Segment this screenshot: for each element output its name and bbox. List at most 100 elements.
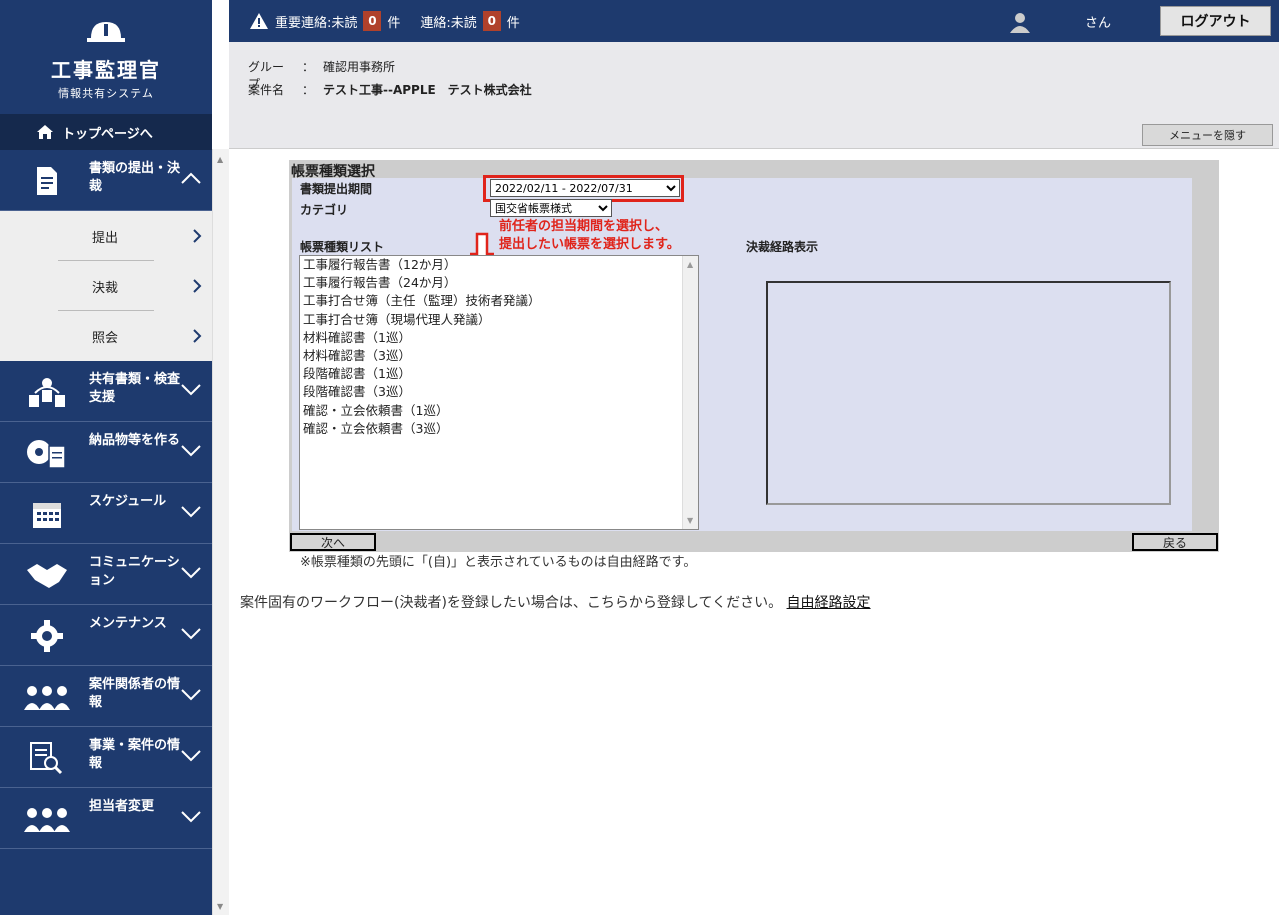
- free-route-note: ※帳票種類の先頭に「(自)」と表示されているものは自由経路です。: [300, 555, 697, 570]
- app-subtitle: 情報共有システム: [58, 87, 154, 100]
- scroll-up-icon[interactable]: ▲: [687, 260, 693, 269]
- logout-button[interactable]: ログアウト: [1160, 6, 1271, 36]
- count-unit: 件: [506, 15, 520, 31]
- home-icon: [37, 125, 53, 139]
- colon: ：: [301, 83, 314, 97]
- sidebar-item-inquiry[interactable]: 照会: [0, 311, 212, 361]
- sidebar-group-deliverables[interactable]: 納品物等を作る: [0, 422, 212, 483]
- sidebar-group-label: 共有書類・検査支援: [89, 372, 181, 405]
- workflow-description: 案件固有のワークフロー(決裁者)を登録したい場合は、こちらから登録してください。: [240, 595, 783, 611]
- sidebar-group-label: 納品物等を作る: [89, 433, 181, 448]
- list-label: 帳票種類リスト: [300, 240, 385, 254]
- app-title: 工事監理官: [51, 58, 161, 82]
- user-name: さん: [1084, 16, 1111, 31]
- project-row: 案件名 ： テスト工事--APPLE テスト株式会社: [248, 81, 532, 98]
- list-item[interactable]: 材料確認書（3巡）: [300, 347, 698, 365]
- sidebar-item-label: 提出: [92, 230, 119, 246]
- chevron-up-icon[interactable]: [180, 170, 202, 186]
- top-bar: 重要連絡:未読 0 件 連絡:未読 0 件 さん ログアウト: [229, 0, 1279, 42]
- helmet-icon: [87, 22, 125, 42]
- sidebar-group-label: スケジュール: [89, 494, 167, 509]
- period-label: 書類提出期間: [300, 182, 373, 196]
- category-label: カテゴリ: [300, 203, 349, 217]
- sidebar-group-label: メンテナンス: [89, 616, 167, 631]
- list-item[interactable]: 工事履行報告書（12か月）: [300, 256, 698, 274]
- calendar-icon: [22, 496, 72, 532]
- sidebar-item-label: 照会: [92, 330, 119, 346]
- warning-icon: [250, 13, 268, 29]
- form-body: 書類提出期間 2022/02/11 ‐ 2022/07/31 カテゴリ 国交省帳…: [292, 175, 1192, 531]
- free-route-setting-link[interactable]: 自由経路設定: [787, 595, 871, 611]
- sidebar-group-documents[interactable]: 書類の提出・決裁: [0, 150, 212, 211]
- important-unread-count: 0: [363, 11, 382, 31]
- list-item[interactable]: 段階確認書（1巡）: [300, 365, 698, 383]
- list-item[interactable]: 確認・立会依頼書（1巡）: [300, 402, 698, 420]
- list-item[interactable]: 工事打合せ簿（主任（監理）技術者発議）: [300, 292, 698, 310]
- sidebar-scrollbar[interactable]: ▲ ▼: [212, 149, 229, 915]
- annotation-text: 前任者の担当期間を選択し、 提出したい帳票を選択します。: [499, 218, 680, 254]
- list-item[interactable]: 材料確認書（1巡）: [300, 329, 698, 347]
- document-search-icon: [22, 740, 72, 776]
- sidebar-subnav: 提出 決裁 照会: [0, 211, 212, 361]
- next-button[interactable]: 次へ: [290, 533, 376, 551]
- sidebar-group-shared-docs[interactable]: 共有書類・検査支援: [0, 361, 212, 422]
- people-icon: [22, 679, 72, 715]
- workflow-text: 案件固有のワークフロー(決裁者)を登録したい場合は、こちらから登録してください。…: [240, 592, 871, 612]
- unread-notice[interactable]: 重要連絡:未読 0 件 連絡:未読 0 件: [249, 11, 520, 31]
- top-page-link-label: トップページへ: [62, 126, 153, 142]
- sidebar-item-submit[interactable]: 提出: [0, 211, 212, 261]
- list-item[interactable]: 段階確認書（3巡）: [300, 383, 698, 401]
- sidebar-group-project-info[interactable]: 事業・案件の情報: [0, 727, 212, 788]
- sidebar-group-stakeholders[interactable]: 案件関係者の情報: [0, 666, 212, 727]
- contact-unread-count: 0: [482, 11, 501, 31]
- sidebar-item-approve[interactable]: 決裁: [0, 261, 212, 311]
- list-item[interactable]: 工事履行報告書（24か月）: [300, 274, 698, 292]
- scroll-down-icon[interactable]: ▼: [687, 516, 693, 525]
- scroll-down-icon[interactable]: ▼: [217, 902, 223, 911]
- sidebar-group-maintenance[interactable]: メンテナンス: [0, 605, 212, 666]
- project-info-bar: グループ ： 確認用事務所 案件名 ： テスト工事--APPLE テスト株式会社…: [229, 42, 1279, 149]
- form-type-listbox[interactable]: 工事履行報告書（12か月） 工事履行報告書（24か月） 工事打合せ簿（主任（監理…: [299, 255, 699, 530]
- annotation-line: 提出したい帳票を選択します。: [499, 237, 680, 252]
- listbox-scrollbar[interactable]: ▲ ▼: [682, 256, 698, 529]
- list-item[interactable]: 工事打合せ簿（現場代理人発議）: [300, 311, 698, 329]
- chevron-down-icon[interactable]: [180, 381, 202, 397]
- chevron-down-icon[interactable]: [180, 747, 202, 763]
- category-select[interactable]: 国交省帳票様式: [490, 199, 612, 217]
- chevron-down-icon[interactable]: [180, 808, 202, 824]
- chevron-right-icon: [193, 229, 202, 243]
- important-unread-label: 重要連絡:未読: [275, 15, 358, 31]
- count-unit: 件: [387, 15, 401, 31]
- sidebar-item-label: 決裁: [92, 280, 119, 296]
- scroll-up-icon[interactable]: ▲: [217, 155, 223, 164]
- chevron-down-icon[interactable]: [180, 564, 202, 580]
- sidebar-group-label: 案件関係者の情報: [89, 677, 181, 710]
- back-button[interactable]: 戻る: [1132, 533, 1218, 551]
- sidebar-group-label: 事業・案件の情報: [89, 738, 181, 771]
- sidebar-group-assignee-change[interactable]: 担当者変更: [0, 788, 212, 849]
- chevron-right-icon: [193, 329, 202, 343]
- contact-unread-label: 連絡:未読: [420, 15, 477, 31]
- chevron-right-icon: [193, 279, 202, 293]
- hide-menu-button[interactable]: メニューを隠す: [1142, 124, 1273, 146]
- chevron-down-icon[interactable]: [180, 503, 202, 519]
- chevron-down-icon[interactable]: [180, 625, 202, 641]
- sidebar-group-schedule[interactable]: スケジュール: [0, 483, 212, 544]
- sidebar-group-communication[interactable]: コミュニケーション: [0, 544, 212, 605]
- people-icon: [22, 801, 72, 837]
- form-panel: 帳票種類選択 書類提出期間 2022/02/11 ‐ 2022/07/31 カテ…: [289, 160, 1219, 552]
- approval-route-display: [766, 281, 1171, 505]
- shared-docs-icon: [22, 374, 72, 410]
- chevron-down-icon[interactable]: [180, 442, 202, 458]
- project-value: テスト工事--APPLE テスト株式会社: [323, 83, 532, 97]
- annotation-line: 前任者の担当期間を選択し、: [499, 219, 669, 234]
- handshake-icon: [22, 557, 72, 593]
- app-logo[interactable]: 工事監理官 情報共有システム: [0, 0, 212, 114]
- top-page-link[interactable]: トップページへ: [0, 114, 212, 150]
- sidebar-group-label: コミュニケーション: [89, 555, 180, 588]
- list-item[interactable]: 確認・立会依頼書（3巡）: [300, 420, 698, 438]
- chevron-down-icon[interactable]: [180, 686, 202, 702]
- route-label: 決裁経路表示: [746, 240, 819, 254]
- sidebar-group-label: 担当者変更: [89, 799, 155, 814]
- sidebar: 工事監理官 情報共有システム トップページへ 書類の提出・決裁 提出 決裁 照会: [0, 0, 212, 915]
